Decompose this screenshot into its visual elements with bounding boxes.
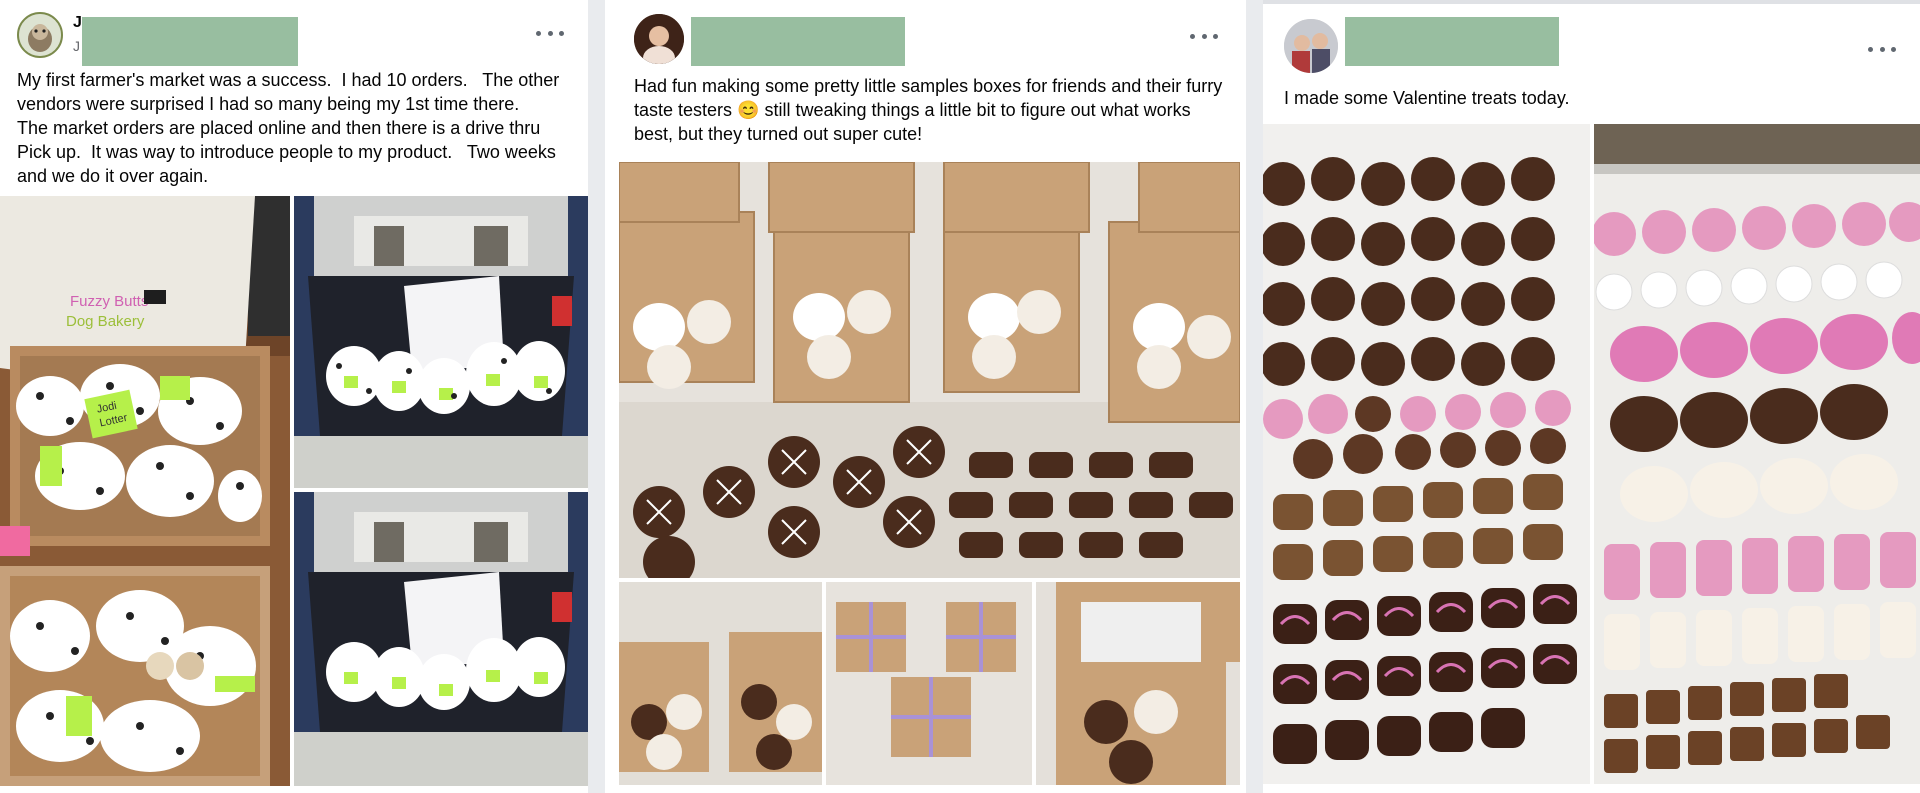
post-photo-tray-pink[interactable]	[1594, 124, 1920, 784]
more-options-icon[interactable]	[1190, 28, 1218, 44]
post-photo-open-boxes[interactable]	[619, 582, 822, 785]
redaction-block	[1345, 17, 1559, 66]
author-avatar[interactable]	[1284, 19, 1338, 73]
bag-logo-line1: Fuzzy Butts	[70, 293, 148, 310]
post-sample-boxes: Had fun making some pretty little sample…	[605, 0, 1246, 793]
post-photo-ribbon-boxes[interactable]	[826, 582, 1032, 785]
author-avatar[interactable]	[17, 12, 63, 58]
post-valentine-treats: I made some Valentine treats today.	[1263, 0, 1920, 793]
post-photo-boxes-cookies[interactable]	[619, 162, 1240, 578]
more-options-icon[interactable]	[536, 25, 564, 41]
post-photo-trunk-1[interactable]	[294, 196, 588, 488]
post-photo-single-box[interactable]	[1036, 582, 1240, 785]
post-text: I made some Valentine treats today.	[1284, 88, 1570, 108]
post-text: My first farmer's market was a success. …	[17, 70, 565, 186]
post-photo-tray-chocolate[interactable]	[1263, 124, 1590, 784]
redaction-block	[82, 17, 298, 66]
more-options-icon[interactable]	[1868, 41, 1896, 57]
post-text: Had fun making some pretty little sample…	[634, 76, 1228, 144]
post-farmers-market: J J My first farmer's market was a succe…	[0, 0, 588, 793]
post-photo-trunk-2[interactable]	[294, 492, 588, 786]
author-avatar[interactable]	[634, 14, 684, 64]
redaction-block	[691, 17, 905, 66]
feed: J J My first farmer's market was a succe…	[0, 0, 1920, 793]
post-timestamp[interactable]: J	[73, 38, 80, 54]
author-name[interactable]: J	[73, 14, 82, 32]
post-photo-bag-boxes[interactable]: Fuzzy Butts Dog Bakery Jodi Lotter	[0, 196, 290, 786]
bag-logo-line2: Dog Bakery	[66, 313, 145, 330]
